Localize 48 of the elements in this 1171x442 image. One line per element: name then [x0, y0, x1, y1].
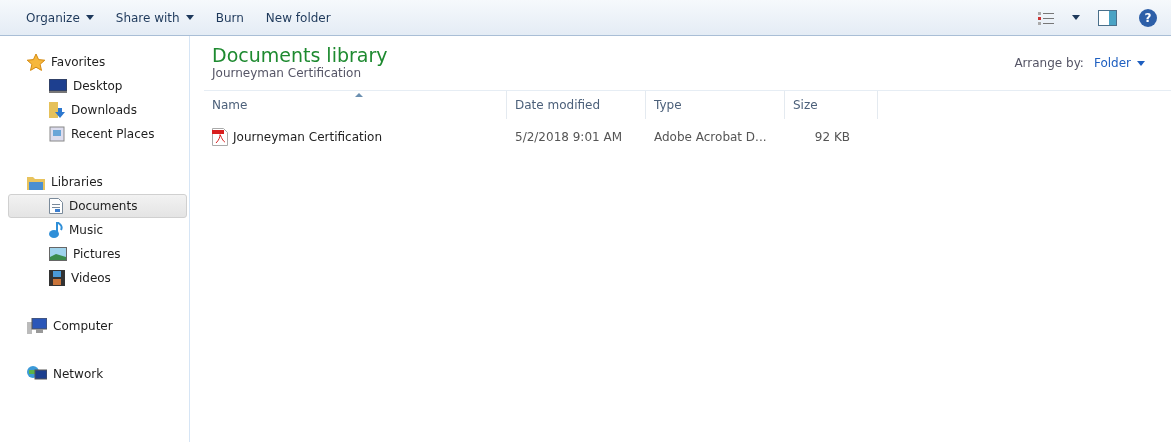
- navigation-item[interactable]: Recent Places: [8, 122, 187, 146]
- caret-icon: [185, 15, 194, 20]
- column-header[interactable]: Type: [646, 91, 785, 119]
- column-header[interactable]: Size: [785, 91, 878, 119]
- navigation-item[interactable]: Downloads: [8, 98, 187, 122]
- caret-icon[interactable]: [1072, 15, 1080, 20]
- toolbar-button[interactable]: Burn: [207, 6, 252, 29]
- preview-pane-icon[interactable]: [1098, 9, 1117, 26]
- music-note-icon: [49, 222, 63, 238]
- navigation-item[interactable]: Desktop: [8, 74, 187, 98]
- navigation-item[interactable]: Libraries: [0, 170, 187, 194]
- caret-icon: [85, 15, 94, 20]
- film-icon: [49, 270, 65, 286]
- toolbar-button[interactable]: Organize: [18, 6, 102, 29]
- file-row[interactable]: Journeyman Certification 5/2/2018 9:01 AM Adobe Acrobat D... 92 KB: [204, 123, 1171, 151]
- navigation-item[interactable]: Pictures: [8, 242, 187, 266]
- size-cell-text: 92 KB: [813, 130, 851, 144]
- caret-icon: [1137, 60, 1145, 66]
- arrange-dropdown[interactable]: Folder: [1093, 56, 1145, 70]
- column-header[interactable]: Name: [204, 91, 507, 119]
- navigation-item[interactable]: Music: [8, 218, 187, 242]
- arrange-label: Arrange by:: [1014, 56, 1084, 70]
- monitor-icon: [49, 79, 67, 93]
- toolbar-button[interactable]: Share with: [107, 6, 202, 29]
- navigation-item[interactable]: Network: [0, 362, 187, 386]
- network-icon: [27, 366, 47, 382]
- type-cell-text: Adobe Acrobat D...: [653, 130, 768, 144]
- view-list-icon[interactable]: [1038, 10, 1054, 25]
- folder-download-icon: [49, 102, 65, 118]
- folder-icon: [27, 174, 45, 190]
- navigation-item[interactable]: Favorites: [0, 50, 187, 74]
- picture-icon: [49, 247, 67, 261]
- recent-places-icon: [49, 126, 65, 142]
- navigation-item[interactable]: Documents: [8, 194, 187, 218]
- library-subtitle: Journeyman Certification: [212, 66, 361, 80]
- pdf-file-icon: [212, 128, 228, 146]
- star-icon: [27, 53, 45, 71]
- computer-icon: [27, 318, 47, 334]
- navigation-item[interactable]: Computer: [0, 314, 187, 338]
- toolbar-button[interactable]: New folder: [257, 6, 339, 29]
- date-cell-text: 5/2/2018 9:01 AM: [514, 130, 624, 144]
- help-button[interactable]: ?: [1139, 8, 1157, 27]
- sort-arrow-icon: [355, 93, 363, 97]
- document-icon: [49, 198, 63, 214]
- library-title: Documents library: [212, 44, 388, 66]
- file-name: Journeyman Certification: [233, 130, 382, 144]
- column-header[interactable]: Date modified: [507, 91, 646, 119]
- navigation-item[interactable]: Videos: [8, 266, 187, 290]
